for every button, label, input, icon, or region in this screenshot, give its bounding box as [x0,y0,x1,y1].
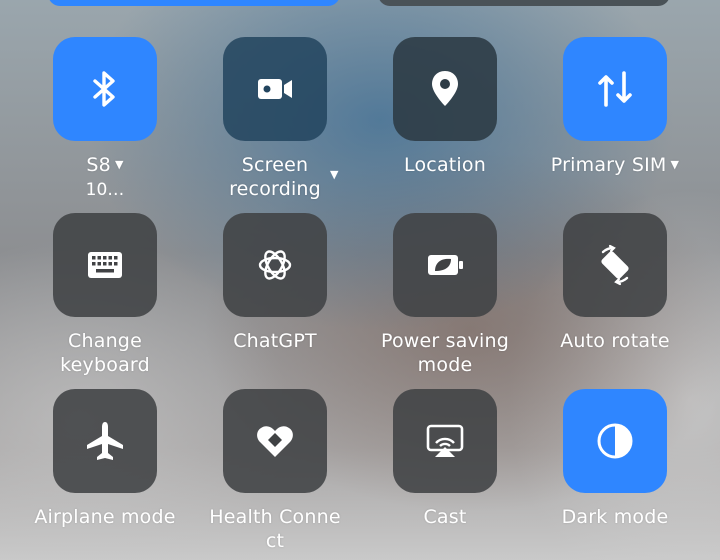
screen-recording-button[interactable] [223,37,327,141]
cast-icon [426,424,464,457]
tile-label: Power saving mode [380,330,510,376]
mobile-data-arrows-icon [598,71,632,107]
airplane-mode-button[interactable] [53,389,157,493]
tile-label: ChatGPT [233,330,317,352]
tile-power-saving[interactable]: Power saving mode [360,213,530,377]
tile-bluetooth[interactable]: S8 ▼ 10… [20,37,190,201]
tile-label: Airplane mode [34,506,176,528]
tile-label: Change keyboard [60,330,150,376]
auto-rotate-icon [601,244,629,286]
top-volume-bar[interactable] [378,0,670,6]
tile-location[interactable]: Location [360,37,530,177]
dropdown-caret-icon[interactable]: ▼ [671,158,680,171]
bluetooth-toggle-button[interactable] [53,37,157,141]
tile-label: Health Conne ct [209,506,341,552]
change-keyboard-button[interactable] [53,213,157,317]
tile-cast[interactable]: Cast [360,389,530,529]
health-connect-button[interactable] [223,389,327,493]
power-saving-button[interactable] [393,213,497,317]
tile-change-keyboard[interactable]: Change keyboard [20,213,190,377]
cast-button[interactable] [393,389,497,493]
tile-label: Primary SIM ▼ [550,154,680,176]
health-connect-icon [257,426,293,457]
keyboard-icon [88,252,122,278]
tile-label: Dark mode [561,506,669,528]
dark-mode-button[interactable] [563,389,667,493]
auto-rotate-button[interactable] [563,213,667,317]
tile-auto-rotate[interactable]: Auto rotate [530,213,700,353]
tile-chatgpt[interactable]: ChatGPT [190,213,360,353]
bluetooth-icon [93,71,115,107]
tile-primary-sim[interactable]: Primary SIM ▼ [530,37,700,177]
chatgpt-logo-icon [258,250,292,280]
battery-leaf-icon [428,255,463,275]
chatgpt-button[interactable] [223,213,327,317]
video-camera-icon [258,79,292,99]
tile-health-connect[interactable]: Health Conne ct [190,389,360,553]
tile-dark-mode[interactable]: Dark mode [530,389,700,529]
tile-airplane-mode[interactable]: Airplane mode [20,389,190,529]
dropdown-caret-icon[interactable]: ▼ [330,168,338,181]
tile-label: Auto rotate [560,330,670,352]
airplane-icon [87,422,123,460]
tile-label: S8 ▼ [86,154,124,176]
dark-mode-icon [597,423,633,459]
location-pin-icon [432,71,458,106]
tile-label: Cast [423,506,467,528]
mobile-data-button[interactable] [563,37,667,141]
top-brightness-bar[interactable] [48,0,340,6]
dropdown-caret-icon[interactable]: ▼ [115,158,124,171]
tile-sublabel: 10… [85,180,125,200]
location-button[interactable] [393,37,497,141]
tile-label: Location [404,154,486,176]
